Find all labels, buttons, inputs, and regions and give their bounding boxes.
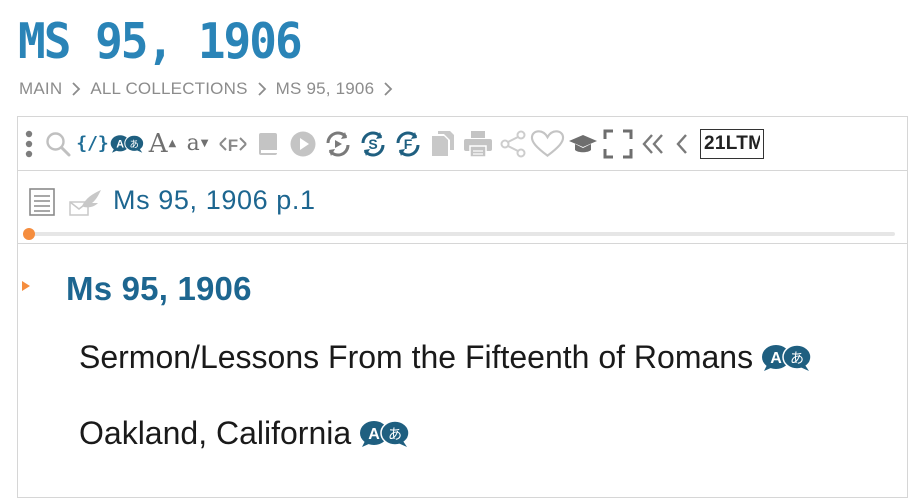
reference-title[interactable]: Ms 95, 1906 p.1: [113, 185, 316, 216]
svg-text:A: A: [368, 426, 380, 443]
graduation-cap-icon[interactable]: [565, 117, 600, 170]
sync-s-icon[interactable]: S: [355, 117, 390, 170]
copy-icon[interactable]: [425, 117, 460, 170]
reference-row: Ms 95, 1906 p.1: [18, 171, 907, 244]
breadcrumb-all-collections[interactable]: ALL COLLECTIONS: [90, 79, 247, 99]
heart-icon[interactable]: [530, 117, 565, 170]
book-icon[interactable]: [250, 117, 285, 170]
breadcrumb-main[interactable]: MAIN: [19, 79, 62, 99]
paragraph-marker-icon[interactable]: [21, 279, 31, 297]
translate-icon[interactable]: A あ: [359, 419, 411, 448]
page-title: MS 95, 1906: [18, 12, 303, 70]
code-icon[interactable]: {/}: [75, 117, 110, 170]
sync-f-icon[interactable]: F: [390, 117, 425, 170]
svg-text:あ: あ: [790, 351, 804, 367]
translate-icon[interactable]: A あ: [110, 117, 145, 170]
progress-handle[interactable]: [23, 228, 35, 240]
double-chevron-left-icon[interactable]: [635, 117, 670, 170]
chevron-left-icon[interactable]: [670, 117, 692, 170]
translate-icon[interactable]: A あ: [761, 343, 813, 372]
svg-text:A: A: [116, 138, 124, 150]
document-heading: Ms 95, 1906: [66, 270, 252, 307]
progress-bar[interactable]: [23, 228, 895, 240]
breadcrumb: MAIN ALL COLLECTIONS MS 95, 1906: [19, 79, 402, 99]
more-vertical-icon[interactable]: [18, 117, 40, 170]
breadcrumb-current[interactable]: MS 95, 1906: [276, 79, 375, 99]
font-increase-icon[interactable]: A ▲: [145, 117, 180, 170]
paragraph-place: Oakland, California A あ: [79, 415, 411, 452]
fullscreen-icon[interactable]: [600, 117, 635, 170]
share-icon[interactable]: [495, 117, 530, 170]
svg-text:F: F: [227, 136, 237, 155]
reference-code-input[interactable]: [700, 128, 764, 159]
font-family-icon[interactable]: F: [215, 117, 250, 170]
font-decrease-icon[interactable]: a ▼: [180, 117, 215, 170]
chevron-right-icon: [71, 81, 81, 97]
paragraph-text: Oakland, California: [79, 415, 352, 451]
print-icon[interactable]: [460, 117, 495, 170]
svg-text:A: A: [770, 350, 782, 367]
play-icon[interactable]: [285, 117, 320, 170]
chevron-right-icon: [383, 81, 393, 97]
svg-text:S: S: [368, 136, 377, 152]
paragraph-title: Sermon/Lessons From the Fifteenth of Rom…: [79, 339, 813, 376]
svg-text:F: F: [403, 136, 412, 152]
list-icon[interactable]: [28, 187, 56, 222]
search-icon[interactable]: [40, 117, 75, 170]
reader-panel: {/} A あ A ▲ a ▼ F S F 21LTM Ms 95, 1906 …: [17, 116, 908, 498]
svg-text:あ: あ: [130, 139, 139, 150]
sync-icon[interactable]: [320, 117, 355, 170]
svg-text:あ: あ: [388, 427, 402, 443]
chevron-right-icon: [257, 81, 267, 97]
dove-letter-icon: [68, 188, 104, 223]
toolbar: {/} A あ A ▲ a ▼ F S F: [18, 117, 907, 171]
paragraph-text: Sermon/Lessons From the Fifteenth of Rom…: [79, 339, 754, 375]
